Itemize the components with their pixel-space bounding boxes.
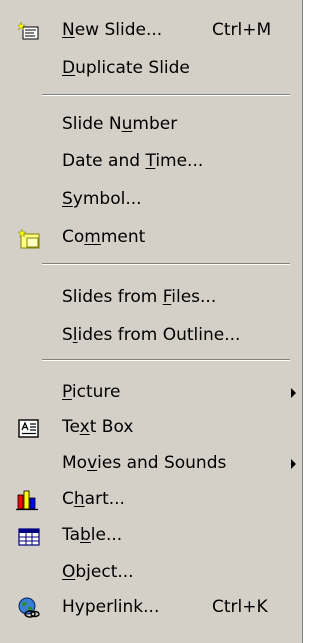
menu-item-date-and-time[interactable]: Date and Time... bbox=[0, 144, 302, 178]
menu-item-symbol[interactable]: Symbol... bbox=[0, 182, 302, 216]
menu-item-label: Picture bbox=[62, 382, 121, 402]
menu-item-slide-number[interactable]: Slide Number bbox=[0, 107, 302, 141]
menu-separator bbox=[42, 359, 290, 361]
menu-item-label: Slides from Outline... bbox=[62, 325, 241, 345]
menu-item-label: Movies and Sounds bbox=[62, 453, 227, 473]
menu-item-label: Duplicate Slide bbox=[62, 58, 190, 78]
menu-item-object[interactable]: Object... bbox=[0, 555, 302, 589]
menu-item-new-slide[interactable]: New Slide... Ctrl+M bbox=[0, 13, 302, 47]
menu-item-label: Date and Time... bbox=[62, 151, 204, 171]
menu-item-text-box[interactable]: Text Box bbox=[0, 410, 302, 444]
menu-separator bbox=[42, 263, 290, 265]
menu-item-label: Table... bbox=[62, 525, 123, 545]
shortcut-text: Ctrl+K bbox=[212, 597, 268, 617]
menu-item-slides-from-files[interactable]: Slides from Files... bbox=[0, 280, 302, 314]
menu-separator bbox=[42, 94, 290, 96]
menu-item-label: New Slide... bbox=[62, 20, 163, 40]
table-icon bbox=[18, 525, 40, 546]
insert-menu: New Slide... Ctrl+M Duplicate Slide Slid… bbox=[0, 0, 307, 643]
comment-icon bbox=[17, 227, 40, 249]
menu-item-slides-from-outline[interactable]: Slides from Outline... bbox=[0, 318, 302, 352]
menu-item-label: Slides from Files... bbox=[62, 287, 217, 307]
menu-item-hyperlink[interactable]: Hyperlink... Ctrl+K bbox=[0, 590, 302, 624]
menu-item-table[interactable]: Table... bbox=[0, 518, 302, 552]
chart-icon bbox=[16, 489, 40, 511]
menu-item-label: Chart... bbox=[62, 489, 125, 509]
menu-item-label: Comment bbox=[62, 227, 146, 247]
hyperlink-icon bbox=[18, 597, 40, 618]
menu-item-chart[interactable]: Chart... bbox=[0, 482, 302, 516]
submenu-arrow-icon bbox=[291, 459, 296, 469]
shortcut-text: Ctrl+M bbox=[212, 20, 272, 40]
menu-item-label: Text Box bbox=[62, 417, 134, 437]
menu-item-duplicate-slide[interactable]: Duplicate Slide bbox=[0, 51, 302, 85]
text-box-icon bbox=[18, 417, 40, 438]
menu-item-movies-and-sounds[interactable]: Movies and Sounds bbox=[0, 446, 302, 480]
menu-item-label: Hyperlink... bbox=[62, 597, 160, 617]
menu-item-picture[interactable]: Picture bbox=[0, 375, 302, 409]
menu-item-label: Symbol... bbox=[62, 189, 142, 209]
new-slide-icon bbox=[16, 20, 40, 40]
submenu-arrow-icon bbox=[291, 388, 296, 398]
menu-item-label: Slide Number bbox=[62, 114, 178, 134]
menu-item-comment[interactable]: Comment bbox=[0, 220, 302, 254]
menu-item-label: Object... bbox=[62, 562, 134, 582]
